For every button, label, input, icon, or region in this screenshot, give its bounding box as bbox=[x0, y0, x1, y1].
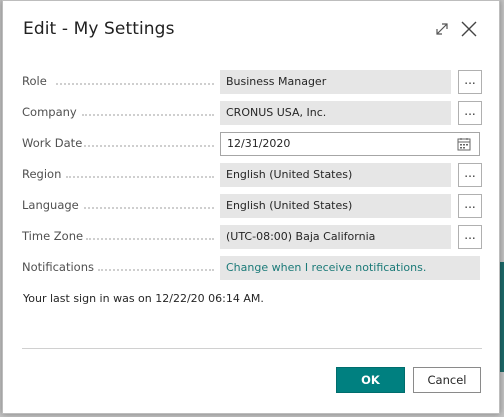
time-zone-leader bbox=[86, 238, 214, 240]
role-lookup-button[interactable]: ... bbox=[458, 70, 482, 94]
notifications-leader bbox=[98, 269, 214, 271]
company-row: Company CRONUS USA, Inc. ... bbox=[22, 101, 482, 125]
role-field[interactable]: Business Manager bbox=[220, 70, 451, 94]
footer-divider bbox=[22, 348, 482, 349]
language-field[interactable]: English (United States) bbox=[220, 194, 451, 218]
expand-icon[interactable] bbox=[430, 17, 454, 41]
calendar-icon[interactable] bbox=[457, 137, 471, 151]
ok-button[interactable]: OK bbox=[336, 367, 405, 393]
company-lookup-button[interactable]: ... bbox=[458, 101, 482, 125]
role-label: Role bbox=[22, 74, 47, 88]
last-sign-in-text: Your last sign in was on 12/22/20 06:14 … bbox=[23, 292, 264, 305]
time-zone-label: Time Zone bbox=[22, 229, 84, 243]
region-field[interactable]: English (United States) bbox=[220, 163, 451, 187]
region-lookup-button[interactable]: ... bbox=[458, 163, 482, 187]
region-label: Region bbox=[22, 167, 62, 181]
role-row: Role Business Manager ... bbox=[22, 70, 482, 94]
dialog-title: Edit - My Settings bbox=[23, 19, 175, 39]
company-label: Company bbox=[22, 105, 77, 119]
company-field[interactable]: CRONUS USA, Inc. bbox=[220, 101, 451, 125]
time-zone-lookup-button[interactable]: ... bbox=[458, 225, 482, 249]
notifications-row: Notifications Change when I receive noti… bbox=[22, 256, 482, 280]
region-leader bbox=[66, 176, 214, 178]
settings-dialog: Edit - My Settings Role Business Manager… bbox=[2, 0, 500, 414]
close-icon[interactable] bbox=[457, 17, 481, 41]
notifications-label: Notifications bbox=[22, 260, 94, 274]
language-row: Language English (United States) ... bbox=[22, 194, 482, 218]
notifications-link[interactable]: Change when I receive notifications. bbox=[220, 256, 480, 280]
time-zone-field[interactable]: (UTC-08:00) Baja California bbox=[220, 225, 451, 249]
company-leader bbox=[82, 114, 214, 116]
work-date-input[interactable]: 12/31/2020 bbox=[220, 132, 480, 156]
role-leader bbox=[56, 83, 214, 85]
time-zone-row: Time Zone (UTC-08:00) Baja California ..… bbox=[22, 225, 482, 249]
cancel-button[interactable]: Cancel bbox=[413, 367, 481, 393]
work-date-label: Work Date bbox=[22, 136, 83, 150]
language-lookup-button[interactable]: ... bbox=[458, 194, 482, 218]
region-row: Region English (United States) ... bbox=[22, 163, 482, 187]
language-label: Language bbox=[22, 198, 79, 212]
work-date-row: Work Date 12/31/2020 bbox=[22, 132, 482, 156]
language-leader bbox=[84, 207, 214, 209]
work-date-leader bbox=[84, 145, 214, 147]
work-date-value: 12/31/2020 bbox=[227, 137, 291, 150]
